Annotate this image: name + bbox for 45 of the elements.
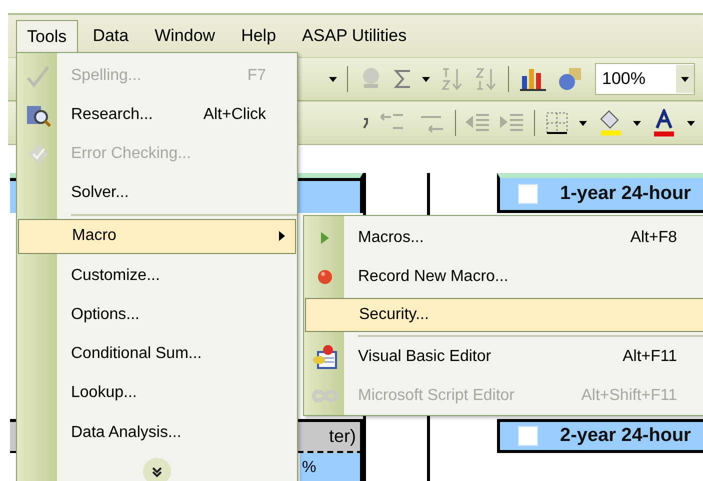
menu-item[interactable]: Conditional Sum... bbox=[17, 334, 297, 374]
dropdown-arrow-icon bbox=[687, 120, 695, 126]
dropdown-arrow-icon bbox=[329, 76, 337, 82]
menu-item[interactable]: Record New Macro... bbox=[304, 257, 703, 296]
menu-item[interactable]: Macro bbox=[18, 218, 296, 254]
menu-item[interactable]: Customize... bbox=[17, 256, 297, 296]
dropdown-arrow-icon bbox=[422, 76, 430, 82]
font-color-icon[interactable] bbox=[651, 109, 677, 137]
header-label: 2-year 24-hour bbox=[560, 425, 691, 447]
menu-title[interactable]: Data bbox=[82, 19, 140, 53]
checkbox[interactable] bbox=[518, 426, 538, 446]
submenu-arrow-icon bbox=[279, 231, 285, 242]
menu-item[interactable]: Macros... Alt+F8 bbox=[304, 219, 703, 258]
comma-style-icon[interactable] bbox=[361, 117, 369, 129]
play-icon bbox=[319, 230, 331, 246]
expand-chevron-icon[interactable] bbox=[143, 458, 171, 481]
diamond-check-icon bbox=[26, 142, 50, 166]
dropdown-arrow-icon bbox=[681, 76, 689, 82]
menu-item[interactable]: Solver... bbox=[17, 174, 297, 213]
sort-descending-icon[interactable] bbox=[474, 67, 498, 91]
decrease-indent-icon[interactable] bbox=[466, 112, 490, 134]
bar-chart-icon[interactable] bbox=[519, 66, 547, 92]
infinity-icon bbox=[311, 386, 339, 405]
sum-icon[interactable] bbox=[394, 69, 412, 89]
menu-title[interactable]: ASAP Utilities bbox=[291, 19, 418, 53]
header-label: 1-year 24-hour bbox=[560, 183, 691, 205]
dropdown-button[interactable] bbox=[676, 65, 694, 93]
table-cell: % bbox=[300, 453, 363, 481]
sort-ascending-icon[interactable] bbox=[440, 67, 464, 91]
code-editor-icon bbox=[312, 344, 338, 370]
menu-item[interactable]: Lookup... bbox=[17, 374, 297, 414]
spell-check-icon bbox=[25, 64, 51, 88]
dropdown-arrow-icon bbox=[579, 120, 587, 126]
increase-indent-icon[interactable] bbox=[500, 112, 524, 134]
zoom-combo[interactable]: 100% bbox=[595, 63, 695, 95]
menu-title[interactable]: Window bbox=[144, 19, 226, 53]
borders-icon[interactable] bbox=[545, 111, 569, 135]
dropdown-arrow-icon bbox=[633, 120, 641, 126]
menu-title[interactable]: Help bbox=[230, 19, 288, 53]
checkbox[interactable] bbox=[518, 184, 538, 204]
record-dot-icon bbox=[317, 268, 333, 285]
menu-item[interactable]: Research... Alt+Click bbox=[17, 95, 297, 134]
menu-item[interactable]: Visual Basic Editor Alt+F11 bbox=[304, 338, 703, 377]
menu-item[interactable]: Options... bbox=[17, 295, 297, 335]
menu-item[interactable]: Security... bbox=[305, 298, 703, 332]
